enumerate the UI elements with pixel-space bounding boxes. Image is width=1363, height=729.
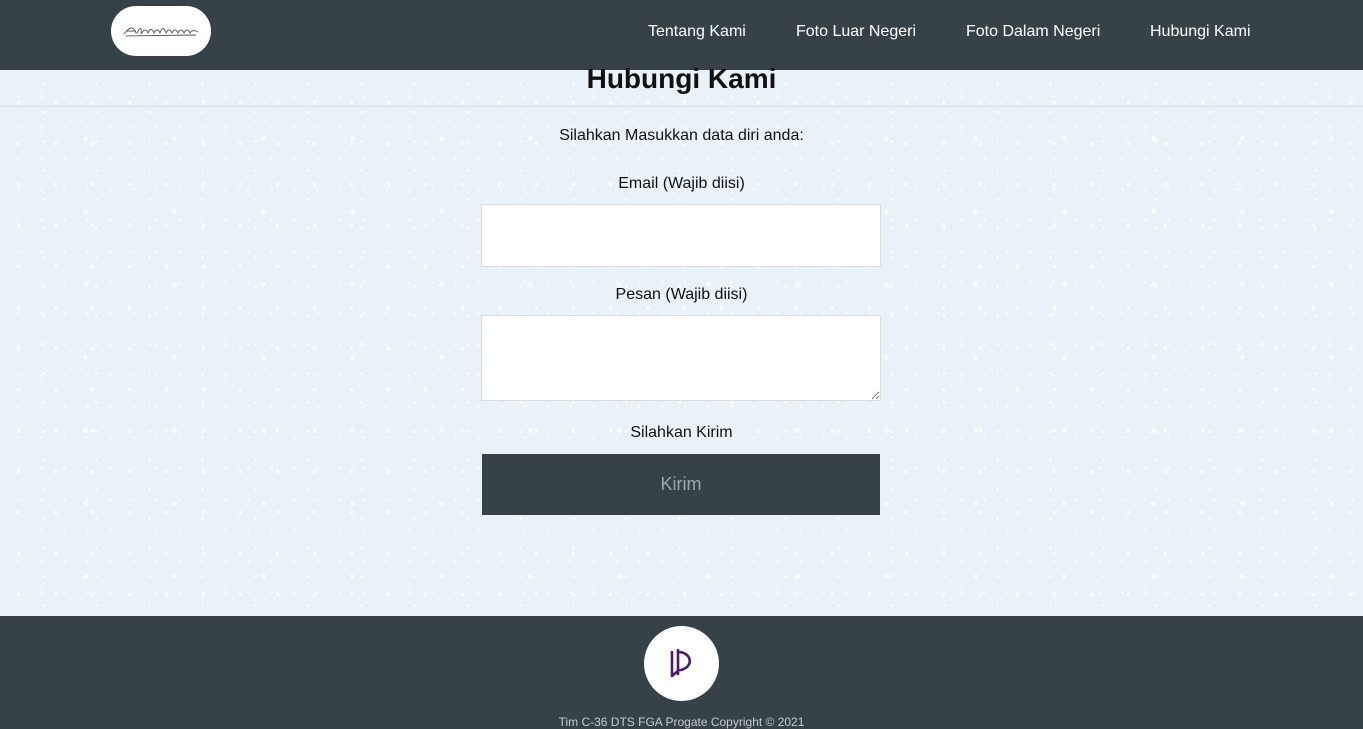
footer: Tim C-36 DTS FGA Progate Copyright © 202… (0, 616, 1363, 729)
message-label: Pesan (Wajib diisi) (615, 286, 748, 303)
brand-logo[interactable] (111, 6, 211, 56)
email-field[interactable] (481, 204, 881, 267)
nav-item-tentang-kami[interactable]: Tentang Kami (648, 23, 746, 41)
email-label: Email (Wajib diisi) (618, 175, 745, 192)
progate-icon (670, 648, 691, 677)
message-field[interactable] (481, 315, 881, 401)
nav-item-foto-luar-negeri[interactable]: Foto Luar Negeri (796, 23, 916, 41)
navbar: Tentang Kami Foto Luar Negeri Foto Dalam… (0, 0, 1363, 70)
nav-item-foto-dalam-negeri[interactable]: Foto Dalam Negeri (966, 23, 1100, 41)
form-intro: Silahkan Masukkan data diri anda: (559, 127, 804, 144)
page-title: Hubungi Kami (586, 63, 777, 94)
copyright-text: Tim C-36 DTS FGA Progate Copyright © 202… (558, 715, 805, 729)
submit-button[interactable]: Kirim (482, 454, 880, 515)
footer-logo (644, 626, 719, 701)
logo-script (123, 27, 199, 37)
submit-prompt: Silahkan Kirim (630, 424, 733, 441)
nav-item-hubungi-kami[interactable]: Hubungi Kami (1150, 23, 1251, 41)
